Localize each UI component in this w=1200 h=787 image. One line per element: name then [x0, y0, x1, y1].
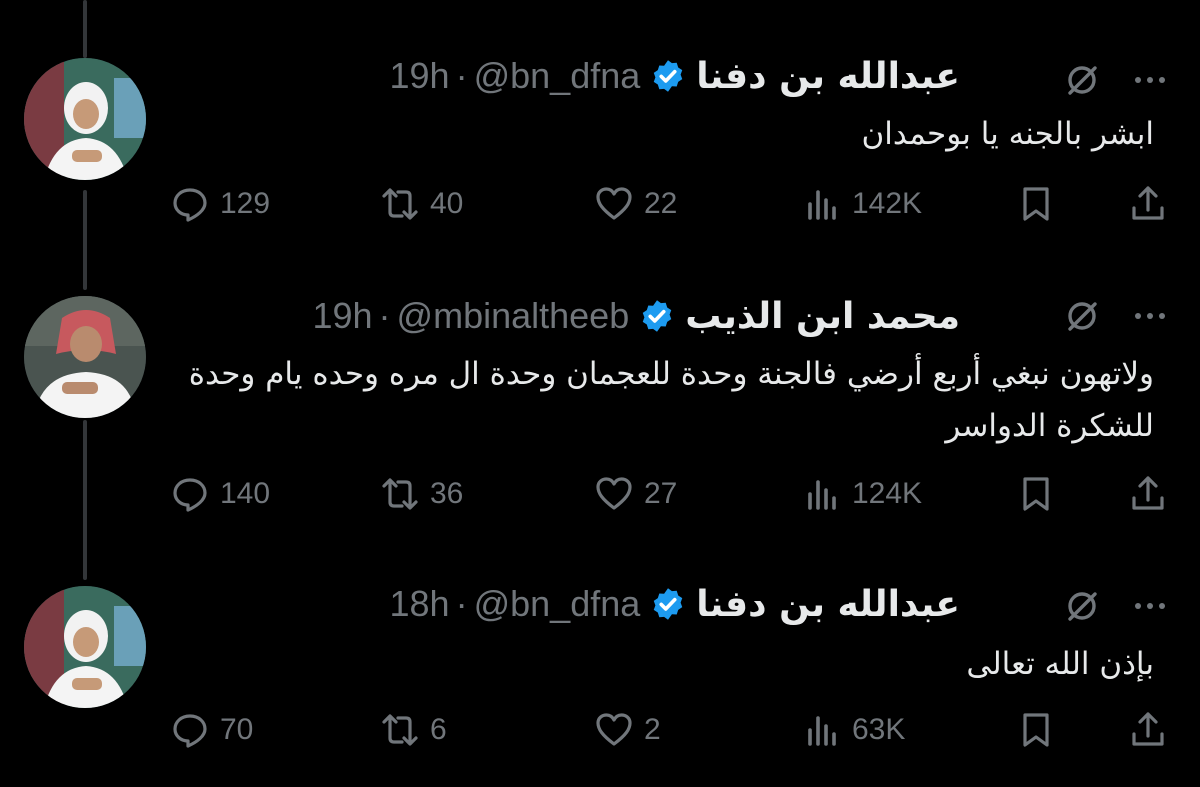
- user-handle[interactable]: @mbinaltheeb: [397, 295, 630, 337]
- thread-line: [83, 420, 87, 580]
- like-count: 27: [644, 477, 678, 510]
- more-icon[interactable]: [1130, 60, 1170, 100]
- repost-icon: [382, 188, 418, 220]
- display-name[interactable]: عبدالله بن دفنا: [696, 584, 960, 625]
- repost-button[interactable]: 40: [380, 184, 463, 224]
- views-count: 142K: [852, 187, 923, 220]
- avatar[interactable]: [24, 58, 146, 180]
- separator-dot: ·: [455, 55, 468, 96]
- bookmark-icon[interactable]: [1016, 710, 1056, 750]
- like-icon: [596, 713, 632, 746]
- bookmark-icon[interactable]: [1016, 184, 1056, 224]
- timestamp[interactable]: 18h: [390, 583, 450, 625]
- verified-badge-icon: [642, 300, 672, 332]
- like-button[interactable]: 2: [594, 710, 661, 750]
- views-button[interactable]: 63K: [802, 710, 905, 750]
- tweet-text: ابشر بالجنه يا بوحمدان: [861, 116, 1154, 152]
- reply-button[interactable]: 70: [170, 710, 253, 750]
- grok-icon[interactable]: [1062, 586, 1102, 626]
- user-handle[interactable]: @bn_dfna: [474, 55, 641, 97]
- grok-icon[interactable]: [1062, 296, 1102, 336]
- views-button[interactable]: 142K: [802, 184, 922, 224]
- like-icon: [596, 187, 632, 220]
- repost-count: 40: [430, 187, 464, 220]
- display-name[interactable]: عبدالله بن دفنا: [696, 56, 960, 97]
- views-count: 124K: [852, 477, 923, 510]
- reply-icon: [173, 188, 207, 222]
- separator-dot: ·: [455, 583, 468, 624]
- tweet-header: 19h · @bn_dfna عبدالله بن دفنا: [170, 52, 960, 100]
- views-icon: [808, 190, 836, 220]
- separator-dot: ·: [378, 295, 391, 336]
- verified-badge-icon: [654, 588, 683, 620]
- tweet-header: 19h · @mbinaltheeb محمد ابن الذيب: [170, 292, 960, 340]
- tweet-text: ولاتهون نبغي أربع أرضي فالجنة وحدة للعجم…: [188, 356, 1154, 444]
- like-button[interactable]: 27: [594, 474, 677, 514]
- bookmark-icon[interactable]: [1016, 474, 1056, 514]
- like-count: 22: [644, 187, 678, 220]
- repost-button[interactable]: 6: [380, 710, 447, 750]
- views-icon: [808, 716, 836, 746]
- like-button[interactable]: 22: [594, 184, 677, 224]
- like-count: 2: [644, 713, 661, 746]
- tweet-text: بإذن الله تعالى: [966, 646, 1154, 682]
- reply-count: 140: [220, 477, 271, 510]
- reply-icon: [173, 478, 207, 512]
- reply-button[interactable]: 129: [170, 184, 270, 224]
- repost-count: 6: [430, 713, 447, 746]
- timestamp[interactable]: 19h: [312, 295, 372, 337]
- user-handle[interactable]: @bn_dfna: [474, 583, 641, 625]
- tweet-header: 18h · @bn_dfna عبدالله بن دفنا: [170, 580, 960, 628]
- views-icon: [808, 480, 836, 510]
- repost-icon: [382, 478, 418, 510]
- more-icon[interactable]: [1130, 296, 1170, 336]
- repost-icon: [382, 714, 418, 746]
- share-icon[interactable]: [1128, 710, 1168, 750]
- verified-badge-icon: [654, 60, 683, 92]
- reply-count: 129: [220, 187, 271, 220]
- views-count: 63K: [852, 713, 906, 746]
- like-icon: [596, 477, 632, 510]
- repost-count: 36: [430, 477, 464, 510]
- avatar[interactable]: [24, 586, 146, 708]
- tweet[interactable]: 19h · @bn_dfna عبدالله بن دفنا ابشر بالج…: [0, 0, 1200, 260]
- grok-icon[interactable]: [1062, 60, 1102, 100]
- views-button[interactable]: 124K: [802, 474, 922, 514]
- share-icon[interactable]: [1128, 474, 1168, 514]
- display-name[interactable]: محمد ابن الذيب: [685, 296, 960, 337]
- avatar[interactable]: [24, 296, 146, 418]
- more-icon[interactable]: [1130, 586, 1170, 626]
- timestamp[interactable]: 19h: [390, 55, 450, 97]
- reply-icon: [173, 714, 207, 748]
- share-icon[interactable]: [1128, 184, 1168, 224]
- reply-button[interactable]: 140: [170, 474, 270, 514]
- reply-count: 70: [220, 713, 254, 746]
- repost-button[interactable]: 36: [380, 474, 463, 514]
